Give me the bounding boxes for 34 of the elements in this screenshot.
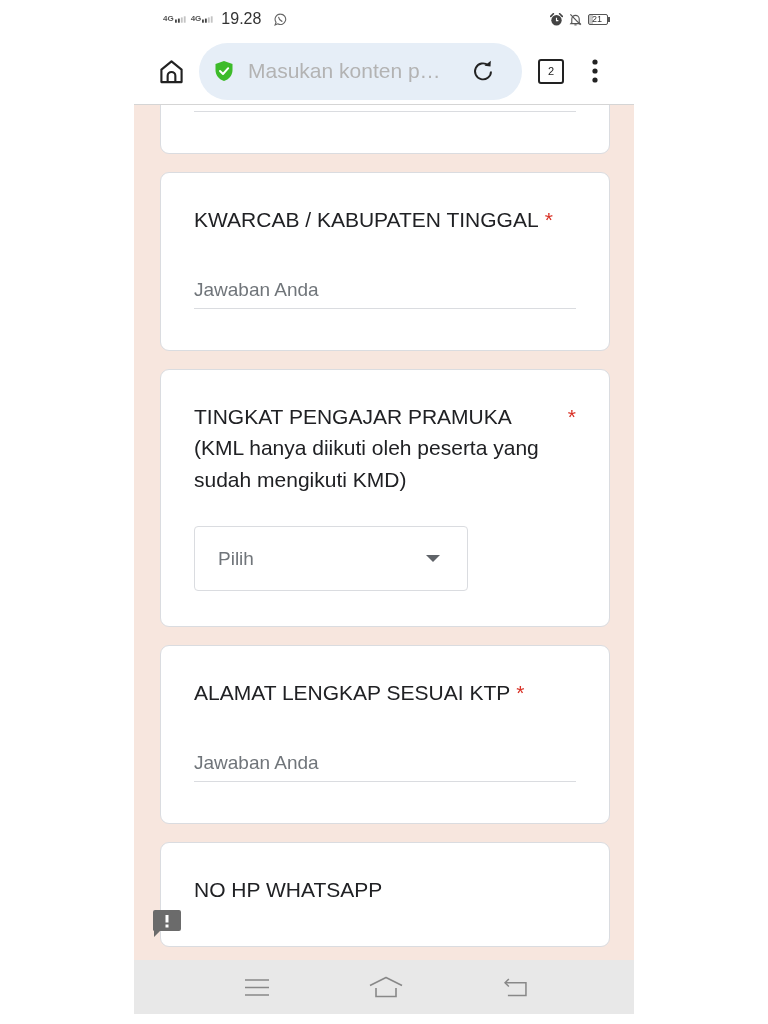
address-field[interactable]: Masukan konten p…: [248, 56, 463, 86]
network-type-label: 4G: [190, 15, 202, 23]
home-button[interactable]: [159, 58, 184, 84]
chat-bubble-icon: [274, 12, 288, 26]
network-type-label: 4G: [163, 15, 174, 23]
battery-indicator: 21: [588, 13, 610, 25]
back-icon: [502, 977, 528, 997]
required-mark: *: [516, 680, 525, 706]
bell-off-icon: [569, 12, 582, 26]
home-icon: [369, 976, 403, 998]
shield-check-icon: [214, 60, 234, 82]
question-title: KWARCAB / KABUPATEN TINGGAL: [194, 207, 539, 233]
menu-icon: [245, 978, 269, 996]
address-bar[interactable]: Masukan konten p…: [199, 42, 522, 100]
alarm-clock-icon: [550, 12, 563, 26]
dropdown[interactable]: Pilih: [194, 526, 468, 591]
clock-time: 19.28: [221, 10, 262, 28]
more-button[interactable]: [592, 59, 598, 83]
reload-button[interactable]: [471, 59, 495, 83]
question-title: TINGKAT PENGAJAR PRAMUKA (KML hanya diikuti oleh peserta yang sudah mengikuti KMD): [194, 403, 540, 493]
question-title: NO HP WHATSAPP: [194, 876, 383, 903]
required-mark: *: [567, 403, 576, 430]
more-icon: [592, 59, 598, 83]
required-mark: *: [544, 207, 553, 233]
answer-field[interactable]: Jawaban Anda: [194, 744, 576, 782]
answer-field[interactable]: Jawaban Anda: [194, 271, 576, 309]
signal-icon: [174, 16, 186, 23]
tabs-button[interactable]: 2: [538, 58, 564, 84]
signal-icon: [202, 16, 214, 23]
reload-icon: [471, 59, 495, 83]
home-icon: [159, 58, 184, 84]
question-title: ALAMAT LENGKAP SESUAI KTP: [194, 680, 511, 706]
feedback-button[interactable]: [153, 910, 181, 937]
caret-icon: [426, 555, 440, 562]
